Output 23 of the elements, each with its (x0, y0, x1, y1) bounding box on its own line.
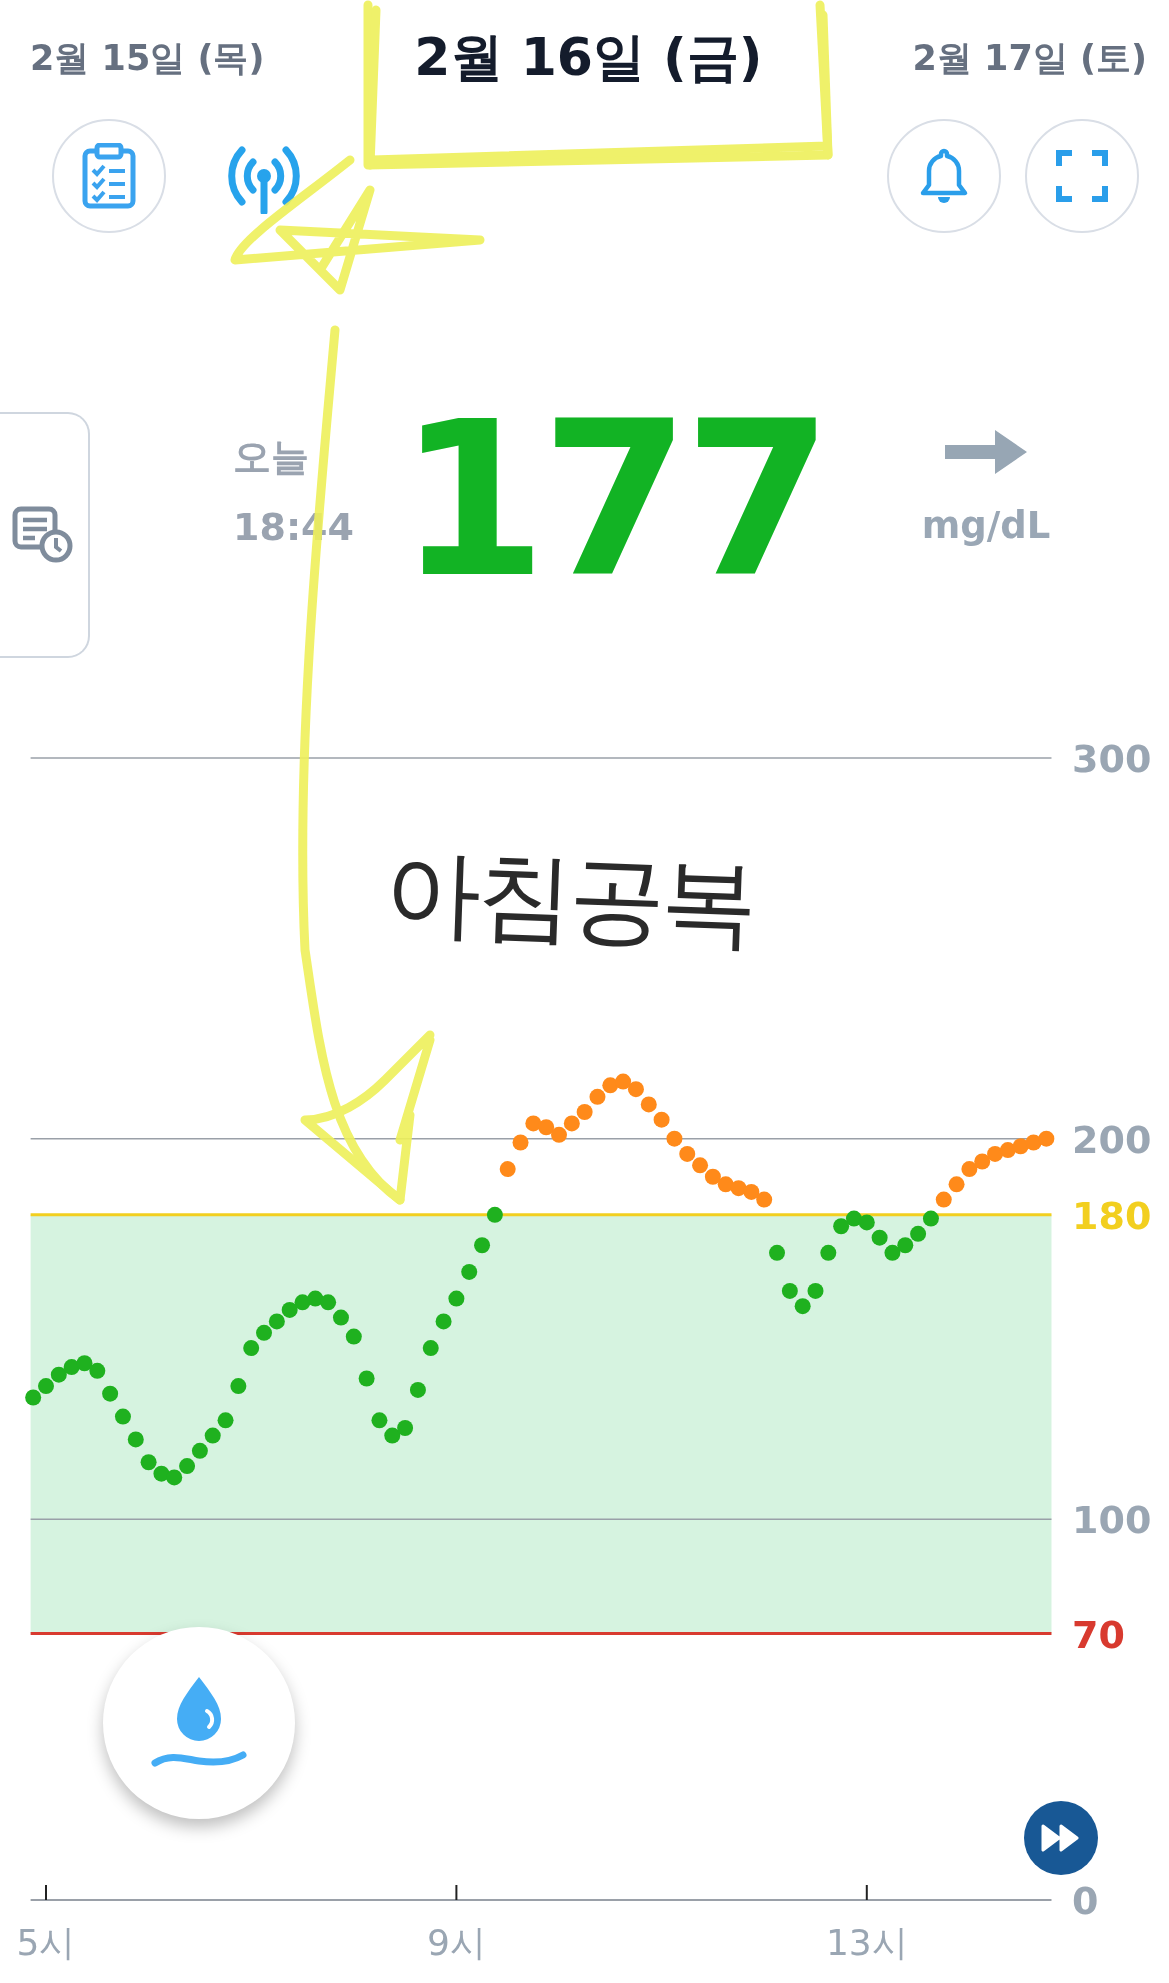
x-axis-label: 9시 (426, 1922, 486, 1963)
unit-label: mg/dL (921, 504, 1051, 547)
y-axis-label: 300 (1072, 737, 1152, 781)
threshold-label: 70 (1072, 1612, 1125, 1657)
bell-icon (919, 147, 969, 205)
log-clock-icon (12, 506, 74, 564)
fast-forward-icon (1041, 1824, 1081, 1852)
day-label: 오늘 (233, 434, 309, 481)
current-date: 2월 16일 (금) (414, 26, 763, 89)
clipboard-icon (82, 143, 136, 209)
arrow-icon (945, 430, 1028, 474)
fullscreen-icon (1056, 150, 1108, 202)
next-date[interactable]: 2월 17일 (토) (912, 34, 1147, 82)
handwritten-note: 아침공복 (382, 834, 756, 963)
y-axis-label: 200 (1072, 1117, 1152, 1162)
threshold-label: 180 (1072, 1193, 1152, 1238)
glucose-value: 177 (398, 410, 827, 590)
y-axis-label: 100 (1072, 1498, 1152, 1543)
previous-date[interactable]: 2월 15일 (목) (30, 34, 265, 82)
y-axis-label: 0 (1072, 1879, 1099, 1923)
history-tab[interactable] (0, 412, 90, 658)
x-axis-label: 13시 (825, 1922, 908, 1963)
x-axis-label: 5시 (16, 1922, 76, 1963)
